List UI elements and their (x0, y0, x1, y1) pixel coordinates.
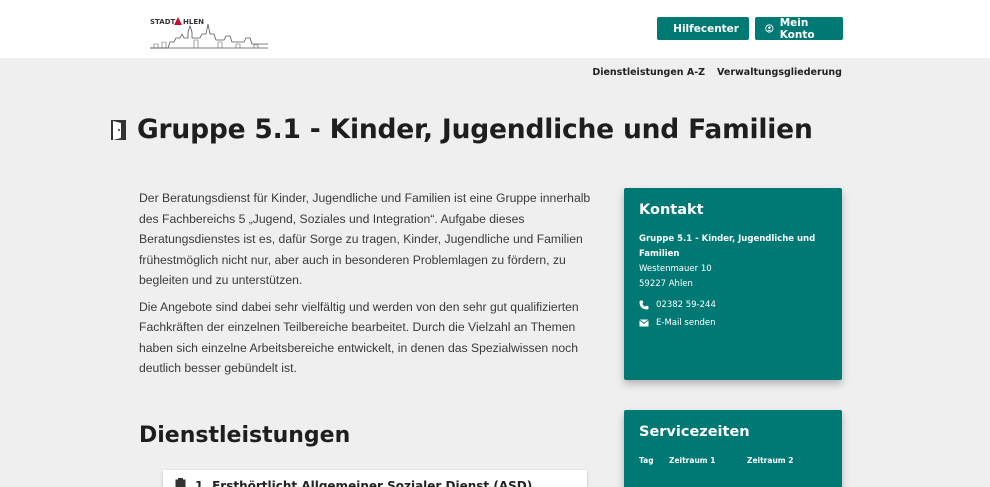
service-item-label: 1. Ersthörtlicht Allgemeiner Sozialer Di… (195, 479, 533, 487)
intro-paragraph-2: Die Angebote sind dabei sehr vielfältig … (139, 299, 579, 376)
secondary-nav: Dienstleistungen A-Z Verwaltungsgliederu… (592, 67, 842, 78)
clipboard-icon (175, 478, 186, 487)
service-times-table-header: Tag Zeitraum 1 Zeitraum 2 (639, 456, 827, 465)
nav-link-administration-structure[interactable]: Verwaltungsgliederung (717, 67, 842, 78)
stadt-ahlen-logo[interactable]: STADT HLEN (148, 14, 270, 52)
page-heading: Gruppe 5.1 - Kinder, Jugendliche und Fam… (137, 114, 813, 145)
contact-city: 59227 Ahlen (639, 279, 693, 289)
help-center-label: Hilfecenter (673, 22, 739, 35)
column-period-2: Zeitraum 2 (747, 456, 794, 465)
envelope-icon (639, 319, 649, 327)
service-list-item[interactable]: 1. Ersthörtlicht Allgemeiner Sozialer Di… (163, 470, 587, 487)
contact-phone-row[interactable]: 02382 59-244 (639, 300, 827, 310)
service-times-card: Servicezeiten Tag Zeitraum 1 Zeitraum 2 (624, 410, 842, 487)
column-period-1: Zeitraum 1 (669, 456, 716, 465)
svg-text:HLEN: HLEN (183, 18, 204, 26)
user-circle-icon (765, 24, 774, 33)
contact-name: Gruppe 5.1 - Kinder, Jugendliche und Fam… (639, 234, 816, 259)
svg-text:STADT: STADT (150, 18, 176, 26)
services-heading: Dienstleistungen (139, 423, 351, 448)
phone-icon (639, 300, 649, 310)
my-account-label: Mein Konto (779, 16, 815, 41)
contact-email-row[interactable]: E-Mail senden (639, 318, 827, 328)
page-title: Gruppe 5.1 - Kinder, Jugendliche und Fam… (110, 114, 813, 145)
city-skyline-icon: STADT HLEN (150, 17, 268, 49)
contact-card: Kontakt Gruppe 5.1 - Kinder, Jugendliche… (624, 188, 842, 380)
intro-paragraph-1: Der Beratungsdienst für Kinder, Jugendli… (139, 191, 591, 287)
door-icon (111, 119, 126, 140)
contact-heading: Kontakt (639, 202, 704, 218)
top-bar: STADT HLEN ? Hilfecenter Mein Konto (0, 0, 990, 58)
nav-link-services-a-z[interactable]: Dienstleistungen A-Z (592, 67, 705, 78)
contact-email-link[interactable]: E-Mail senden (656, 318, 715, 328)
column-day: Tag (639, 456, 654, 465)
contact-phone[interactable]: 02382 59-244 (656, 300, 716, 310)
intro-text: Der Beratungsdienst für Kinder, Jugendli… (139, 188, 599, 385)
help-center-button[interactable]: ? Hilfecenter (657, 17, 749, 40)
service-times-heading: Servicezeiten (639, 424, 750, 440)
contact-street: Westenmauer 10 (639, 264, 712, 274)
my-account-button[interactable]: Mein Konto (755, 16, 843, 41)
